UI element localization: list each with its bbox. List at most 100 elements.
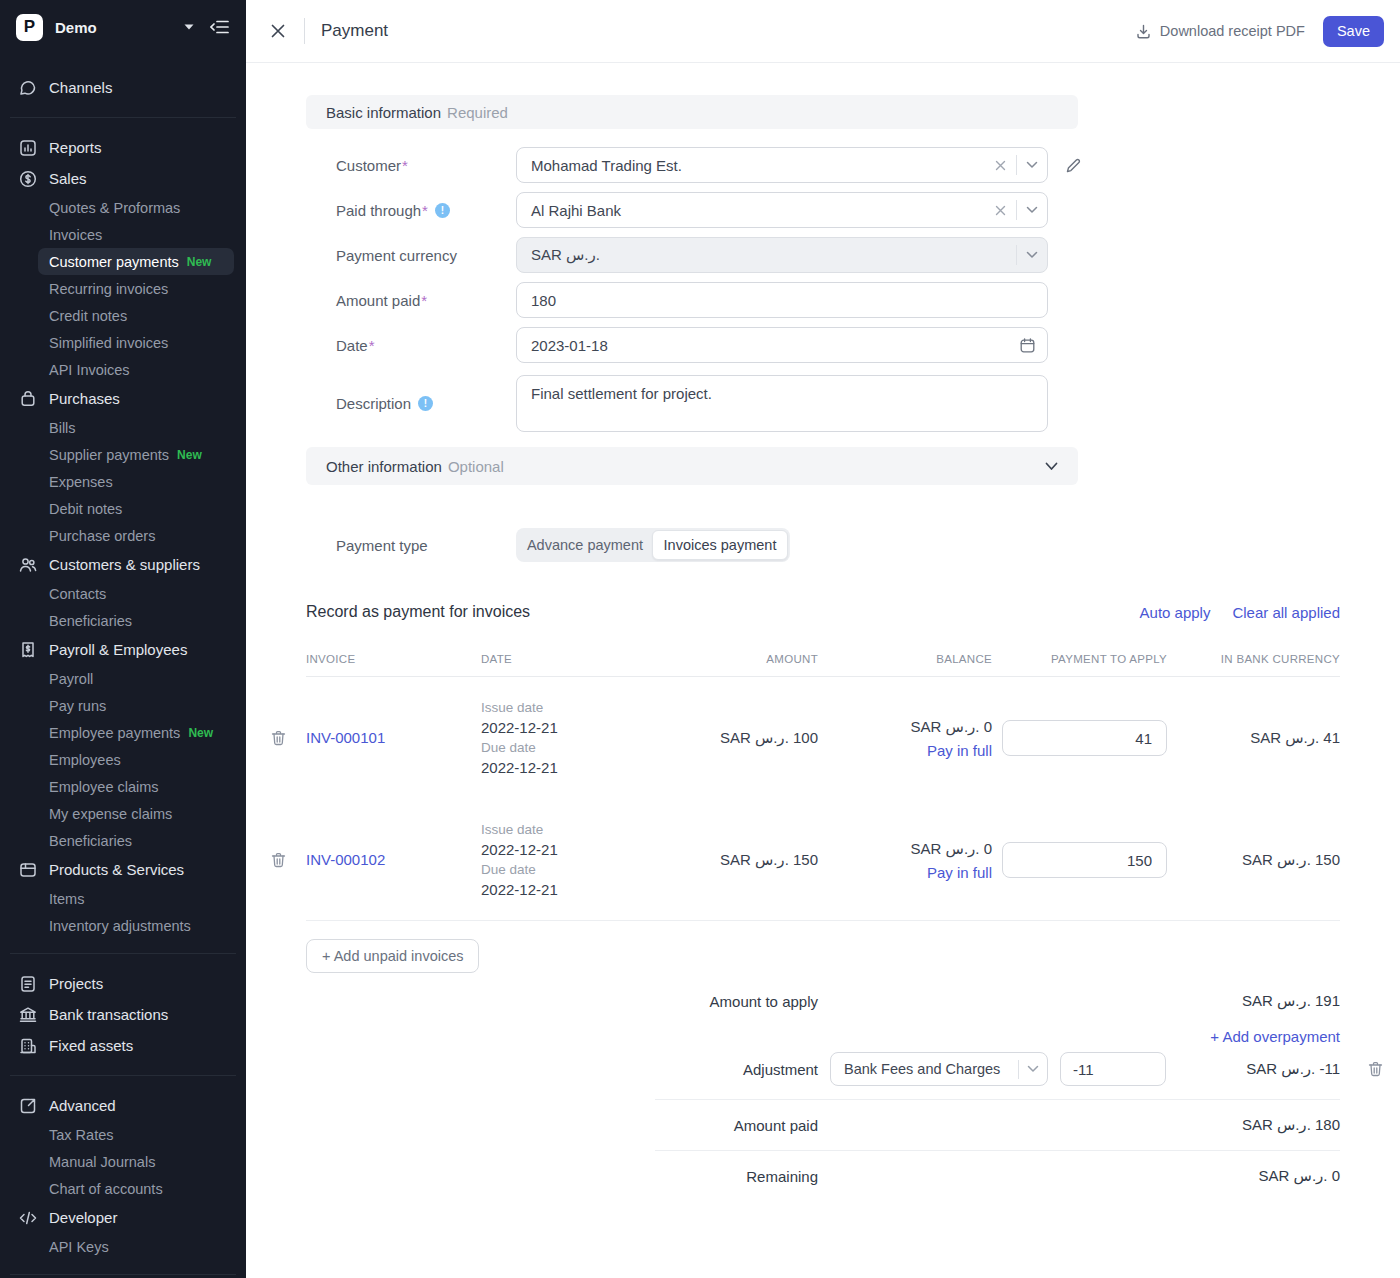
paid-through-select[interactable]: Al Rajhi Bank [516,192,1048,228]
delete-invoice-icon[interactable] [265,852,306,868]
sidebar-item-sales[interactable]: Sales [0,163,246,194]
sidebar-item-inventory-adjustments[interactable]: Inventory adjustments [0,912,246,939]
sidebar-item-manual-journals[interactable]: Manual Journals [0,1148,246,1175]
invoice-link[interactable]: INV-000101 [306,729,385,746]
sidebar-item-contacts[interactable]: Contacts [0,580,246,607]
sidebar-item-bank-transactions[interactable]: Bank transactions [0,999,246,1030]
sidebar-item-employee-payments[interactable]: Employee paymentsNew [0,719,246,746]
sidebar-item-expenses[interactable]: Expenses [0,468,246,495]
in-bank-currency-value: SAR ر.س. 150 [1167,851,1340,869]
invoice-amount: SAR ر.س. 100 [668,729,818,747]
sidebar-item-beneficiaries[interactable]: Beneficiaries [0,607,246,634]
app: P Demo Channels Reports Sales Quotes & P… [0,0,1400,1278]
sidebar-item-customers-suppliers[interactable]: Customers & suppliers [0,549,246,580]
chevron-down-icon[interactable] [1026,161,1038,169]
org-switcher[interactable]: P Demo [0,12,246,42]
download-receipt-button[interactable]: Download receipt PDF [1135,23,1305,40]
sidebar-item-chart-of-accounts[interactable]: Chart of accounts [0,1175,246,1202]
delete-adjustment-icon[interactable] [1368,1061,1383,1077]
sidebar-item-pay-runs[interactable]: Pay runs [0,692,246,719]
sidebar-item-invoices[interactable]: Invoices [0,221,246,248]
invoice-balance: SAR ر.س. 0 [818,718,992,736]
description-row: Description! Final settlement for projec… [306,375,1340,432]
sidebar-item-simplified-invoices[interactable]: Simplified invoices [0,329,246,356]
sidebar-item-reports[interactable]: Reports [0,132,246,163]
add-unpaid-invoices-button[interactable]: + Add unpaid invoices [306,939,479,973]
sidebar-item-channels[interactable]: Channels [0,72,246,103]
sidebar-item-employee-claims[interactable]: Employee claims [0,773,246,800]
payment-currency-select[interactable]: SAR ر.س. [516,237,1048,273]
bank-icon [18,1005,38,1025]
sidebar-item-products-services[interactable]: Products & Services [0,854,246,885]
chevron-down-icon [1027,1065,1039,1073]
sidebar-item-projects[interactable]: Projects [0,968,246,999]
payment-to-apply-input[interactable] [1002,842,1167,878]
chevron-down-icon[interactable] [1045,462,1058,471]
sidebar-item-supplier-payments[interactable]: Supplier paymentsNew [0,441,246,468]
payment-currency-value: SAR ر.س. [517,238,1016,272]
sidebar-item-developer[interactable]: Developer [0,1202,246,1233]
auto-apply-link[interactable]: Auto apply [1140,604,1211,621]
sidebar-item-customer-payments[interactable]: Customer paymentsNew [38,248,234,275]
adjustment-value: SAR ر.س. -11 [1246,1060,1340,1078]
sidebar-item-payroll-employees[interactable]: Payroll & Employees [0,634,246,665]
sidebar-item-items[interactable]: Items [0,885,246,912]
invoice-link[interactable]: INV-000102 [306,851,385,868]
sidebar-item-payroll[interactable]: Payroll [0,665,246,692]
chevron-down-icon[interactable] [1026,206,1038,214]
summary-amount-paid-value: SAR ر.س. 180 [1242,1116,1340,1134]
payment-to-apply-input[interactable] [1002,720,1167,756]
customer-select[interactable]: Mohamad Trading Est. [516,147,1048,183]
clear-icon[interactable] [995,205,1006,216]
sidebar-item-bills[interactable]: Bills [0,414,246,441]
amount-to-apply-value: SAR ر.س. 191 [1242,992,1340,1010]
calendar-icon[interactable] [1019,337,1036,354]
advance-payment-tab[interactable]: Advance payment [518,530,652,560]
sidebar-item-beneficiaries-2[interactable]: Beneficiaries [0,827,246,854]
collapse-sidebar-icon[interactable] [210,19,230,35]
sidebar-item-quotes-proformas[interactable]: Quotes & Proformas [0,194,246,221]
paid-through-value: Al Rajhi Bank [517,193,995,227]
date-input[interactable] [517,328,1047,362]
new-badge: New [177,448,202,462]
clear-all-applied-link[interactable]: Clear all applied [1232,604,1340,621]
sidebar-item-employees[interactable]: Employees [0,746,246,773]
sidebar-item-advanced[interactable]: Advanced [0,1090,246,1121]
org-name: Demo [55,19,97,36]
sidebar-item-my-expense-claims[interactable]: My expense claims [0,800,246,827]
sidebar-item-recurring-invoices[interactable]: Recurring invoices [0,275,246,302]
payment-type-row: Payment type Advance payment Invoices pa… [306,528,1340,562]
sidebar-item-fixed-assets[interactable]: Fixed assets [0,1030,246,1061]
invoice-amount: SAR ر.س. 150 [668,851,818,869]
info-icon: ! [418,396,433,411]
sidebar-item-purchases[interactable]: Purchases [0,383,246,414]
other-information-section-header[interactable]: Other information Optional [306,447,1078,485]
save-button[interactable]: Save [1323,16,1384,47]
adjustment-account-select[interactable]: Bank Fees and Charges [830,1052,1048,1086]
sidebar-item-tax-rates[interactable]: Tax Rates [0,1121,246,1148]
page-header: Payment Download receipt PDF Save [246,0,1400,63]
remaining-value: SAR ر.س. 0 [1259,1167,1340,1185]
sidebar-item-api-invoices[interactable]: API Invoices [0,356,246,383]
delete-invoice-icon[interactable] [265,730,306,746]
description-input[interactable]: Final settlement for project. [516,375,1048,432]
sidebar-item-debit-notes[interactable]: Debit notes [0,495,246,522]
amount-paid-input[interactable] [517,283,1047,317]
sidebar-item-api-keys[interactable]: API Keys [0,1233,246,1260]
summary-amount-paid-label: Amount paid [655,1117,818,1134]
paid-through-row: Paid through*! Al Rajhi Bank [306,192,1340,228]
caret-down-icon[interactable] [184,24,194,30]
close-icon[interactable] [264,17,292,45]
pay-in-full-link[interactable]: Pay in full [927,864,992,881]
date-field [516,327,1048,363]
edit-customer-icon[interactable] [1065,157,1082,174]
sidebar-item-purchase-orders[interactable]: Purchase orders [0,522,246,549]
adjustment-amount-input[interactable] [1060,1052,1166,1086]
invoices-table: INVOICE DATE AMOUNT BALANCE PAYMENT TO A… [265,653,1340,921]
invoices-payment-tab[interactable]: Invoices payment [652,530,788,560]
sidebar-item-credit-notes[interactable]: Credit notes [0,302,246,329]
clear-icon[interactable] [995,160,1006,171]
code-icon [18,1208,38,1228]
pay-in-full-link[interactable]: Pay in full [927,742,992,759]
add-overpayment-link[interactable]: + Add overpayment [1210,1028,1340,1045]
